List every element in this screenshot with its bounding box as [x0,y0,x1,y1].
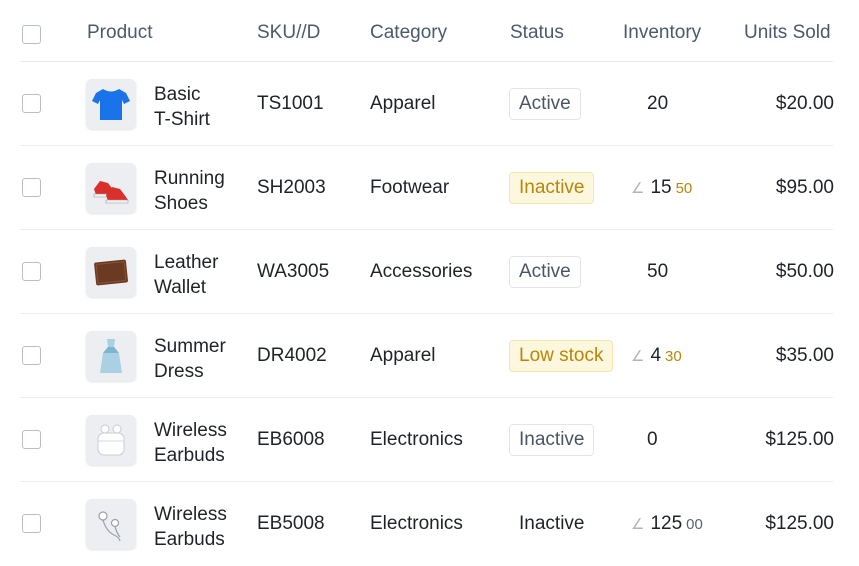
inventory-threshold: 50 [675,180,693,197]
status-badge: Low stock [509,340,614,372]
sku-cell: DR4002 [257,345,327,366]
inventory-value: 20 [647,93,669,114]
dress-icon [100,339,122,373]
category-cell: Footwear [370,177,450,198]
category-cell: Apparel [370,345,436,366]
product-name[interactable]: Basic T-Shirt [154,82,264,132]
inventory-value: 50 [647,261,669,282]
status-badge: Active [509,256,581,288]
inventory-cell: 20 [647,62,668,146]
sku-cell: WA3005 [257,261,330,282]
status-badge: Inactive [519,513,585,534]
sku-cell: SH2003 [257,177,326,198]
inventory-threshold: 00 [686,516,703,533]
status-cell: Inactive [509,398,595,482]
units-sold-cell: $50.00 [775,261,834,282]
sku-cell: EB5008 [257,513,325,534]
select-all-checkbox[interactable] [22,25,41,44]
inventory-threshold: 30 [665,348,682,365]
status-badge: Inactive [509,172,595,204]
table-row[interactable]: Leather Wallet WA3005 Accessories Active … [0,230,859,314]
units-sold-cell: $125.00 [765,429,834,450]
inventory-value: 125 [650,513,683,534]
row-checkbox[interactable] [22,178,41,197]
inventory-cell: 0 [647,398,658,482]
product-name[interactable]: Leather Wallet [154,250,264,300]
earbuds-case-icon [97,424,125,456]
inventory-cell: ∠ 15 50 [631,146,692,230]
inventory-value: 4 [650,345,662,366]
low-stock-icon: ∠ [631,348,645,365]
inventory-cell: 50 [647,230,668,314]
units-sold-cell: $20.00 [775,93,834,114]
row-checkbox[interactable] [22,514,41,533]
table-row[interactable]: Running Shoes SH2003 Footwear Inactive ∠ 1… [0,146,859,230]
inventory-value: 15 [650,177,672,198]
low-stock-icon: ∠ [631,180,645,197]
product-thumbnail [86,331,136,381]
table-header: Product SKU//D Category Status Inventory… [0,0,859,62]
product-thumbnail [86,499,136,549]
category-cell: Accessories [370,261,473,282]
status-badge: Inactive [509,424,595,456]
product-name[interactable]: Wireless Earbuds [154,502,264,552]
inventory-value: 0 [647,429,658,450]
product-name[interactable]: Wireless Earbuds [154,418,264,468]
inventory-cell: ∠ 125 00 [631,482,703,566]
product-thumbnail [86,247,136,297]
column-header-units-sold[interactable]: Units Sold [744,22,831,44]
shoes-icon [93,181,129,204]
table-row[interactable]: Basic T-Shirt TS1001 Apparel Active 20 $2… [0,62,859,146]
status-cell: Low stock [509,314,614,398]
status-cell: Inactive [509,482,594,566]
inventory-cell: ∠ 4 30 [631,314,682,398]
table-row[interactable]: Wireless Earbuds EB6008 Electronics Inact… [0,398,859,482]
column-header-product[interactable]: Product [87,22,152,44]
sku-cell: EB6008 [257,429,325,450]
status-cell: Active [509,62,581,146]
units-sold-cell: $95.00 [775,177,834,198]
table-row[interactable]: Wireless Earbuds EB5008 Electronics Inact… [0,482,859,566]
row-checkbox[interactable] [22,94,41,113]
row-checkbox[interactable] [22,430,41,449]
tshirt-icon [92,89,130,120]
column-header-category[interactable]: Category [370,22,447,44]
status-badge: Active [509,88,581,120]
status-cell: Inactive [509,146,595,230]
row-checkbox[interactable] [22,346,41,365]
wallet-icon [94,259,128,286]
product-thumbnail [86,415,136,465]
units-sold-cell: $35.00 [775,345,834,366]
status-cell: Active [509,230,581,314]
row-checkbox[interactable] [22,262,41,281]
column-header-inventory[interactable]: Inventory [623,22,701,44]
column-header-sku[interactable]: SKU//D [257,22,320,44]
category-cell: Apparel [370,93,436,114]
low-stock-icon: ∠ [631,516,645,533]
sku-cell: TS1001 [257,93,324,114]
category-cell: Electronics [370,429,463,450]
units-sold-cell: $125.00 [765,513,834,534]
product-name[interactable]: Summer Dress [154,334,264,384]
product-name[interactable]: Running Shoes [154,166,264,216]
product-table: Product SKU//D Category Status Inventory… [0,0,859,562]
product-thumbnail [86,163,136,213]
category-cell: Electronics [370,513,463,534]
earbuds-icon [98,511,121,542]
table-row[interactable]: Summer Dress DR4002 Apparel Low stock ∠ 4 3… [0,314,859,398]
product-thumbnail [86,79,136,129]
column-header-status[interactable]: Status [510,22,564,44]
